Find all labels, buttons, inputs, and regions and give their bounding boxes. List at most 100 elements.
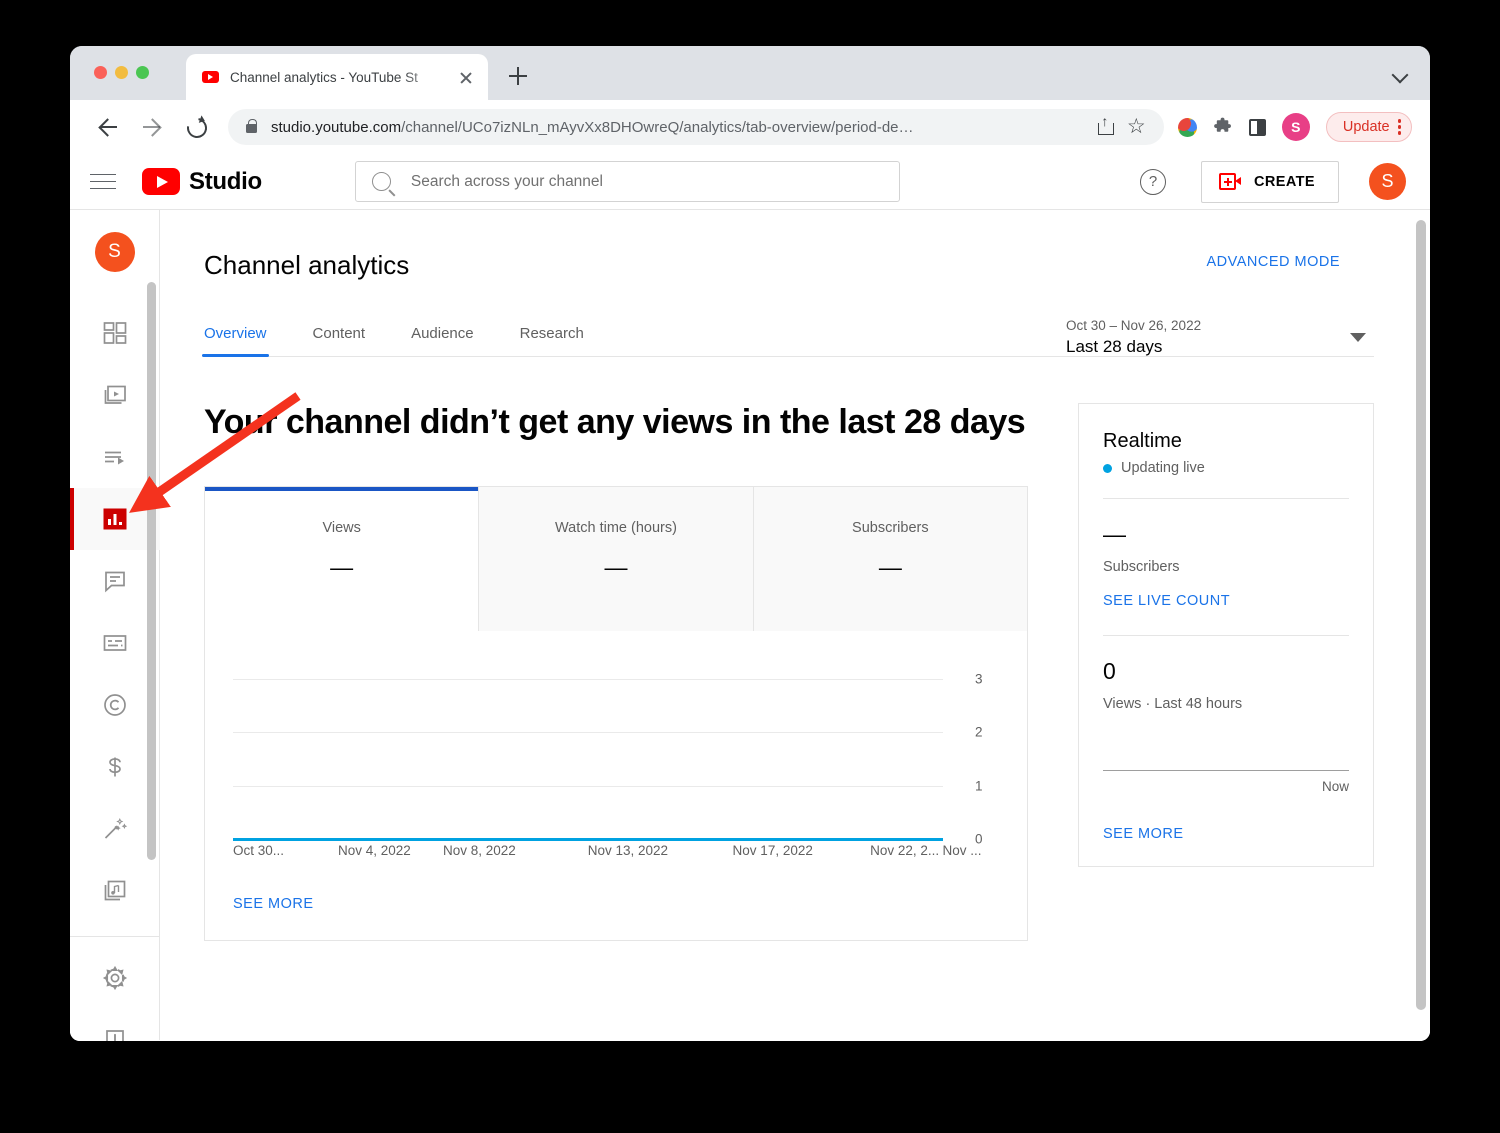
chevron-down-icon[interactable] bbox=[1394, 68, 1408, 82]
browser-profile-avatar[interactable]: S bbox=[1281, 113, 1310, 141]
browser-menu-icon[interactable] bbox=[1397, 119, 1401, 135]
minimize-window-button[interactable] bbox=[115, 66, 128, 79]
back-button[interactable] bbox=[92, 111, 124, 143]
studio-masthead: Studio Search across your channel ? CREA… bbox=[70, 154, 1430, 210]
divider bbox=[1103, 635, 1349, 636]
studio-logo[interactable]: Studio bbox=[142, 168, 262, 196]
no-views-headline: Your channel didn’t get any views in the… bbox=[204, 403, 1026, 441]
sidebar-item-audio-library[interactable] bbox=[70, 860, 160, 922]
tab-research[interactable]: Research bbox=[520, 325, 584, 356]
music-note-icon bbox=[102, 878, 128, 904]
copyright-icon bbox=[102, 692, 128, 718]
tab-content[interactable]: Content bbox=[313, 325, 366, 356]
sidebar-channel-avatar[interactable]: S bbox=[94, 232, 135, 272]
realtime-live-status: Updating live bbox=[1103, 460, 1349, 476]
chart-y-tick-label: 2 bbox=[975, 724, 983, 740]
close-tab-icon[interactable] bbox=[454, 65, 478, 89]
analytics-bar-chart-icon bbox=[102, 506, 128, 532]
share-icon[interactable] bbox=[1090, 112, 1120, 142]
sidebar-item-send-feedback[interactable] bbox=[70, 1009, 160, 1041]
page-body: S Channel analytics ADVANCED MODE Oct 30… bbox=[70, 210, 1430, 1041]
browser-window: Channel analytics - YouTube St studio.yo… bbox=[70, 46, 1430, 1041]
search-input[interactable]: Search across your channel bbox=[354, 161, 900, 202]
sidebar-divider bbox=[70, 936, 159, 937]
browser-tab[interactable]: Channel analytics - YouTube St bbox=[186, 54, 488, 100]
chart-series-line bbox=[233, 837, 943, 841]
sidebar: S bbox=[70, 210, 160, 1041]
chart-plot-area: 0123 bbox=[233, 672, 983, 847]
chart-y-tick-label: 1 bbox=[975, 778, 983, 794]
help-icon[interactable]: ? bbox=[1140, 168, 1167, 195]
side-panel-icon[interactable] bbox=[1248, 118, 1266, 136]
chart-x-tick-label: Nov 22, 2... bbox=[870, 843, 940, 858]
advanced-mode-link[interactable]: ADVANCED MODE bbox=[1206, 254, 1340, 270]
lock-icon bbox=[246, 119, 257, 133]
create-button[interactable]: CREATE bbox=[1201, 160, 1339, 203]
metric-card: Views — Watch time (hours) — Subscribers… bbox=[204, 486, 1028, 941]
url-text: studio.youtube.com/channel/UCo7izNLn_mAy… bbox=[271, 119, 1084, 136]
url-host: studio.youtube.com bbox=[271, 118, 402, 136]
dollar-earn-icon bbox=[102, 754, 128, 780]
masthead-actions: ? CREATE S bbox=[1140, 160, 1406, 203]
views-line-chart[interactable]: 0123 Oct 30... Nov 4, 2022 Nov 8, 2022 Nov … bbox=[205, 631, 1027, 896]
metric-tab-views[interactable]: Views — bbox=[205, 487, 479, 631]
reload-button[interactable] bbox=[180, 111, 212, 143]
chart-gridline bbox=[233, 785, 943, 787]
youtube-play-icon bbox=[142, 168, 180, 195]
main-content: Channel analytics ADVANCED MODE Oct 30 –… bbox=[160, 210, 1430, 1040]
magic-wand-icon bbox=[102, 816, 128, 842]
forward-button[interactable] bbox=[136, 111, 168, 143]
puzzle-extensions-icon[interactable] bbox=[1213, 117, 1233, 137]
window-traffic-lights[interactable] bbox=[94, 66, 149, 79]
realtime-card: Realtime Updating live — Subscribers SEE… bbox=[1078, 403, 1374, 867]
page-title: Channel analytics bbox=[204, 250, 410, 280]
address-bar[interactable]: studio.youtube.com/channel/UCo7izNLn_mAy… bbox=[228, 109, 1164, 145]
youtube-studio-page: Studio Search across your channel ? CREA… bbox=[70, 154, 1430, 1041]
comments-icon bbox=[102, 568, 128, 594]
studio-logo-text: Studio bbox=[189, 167, 262, 195]
chart-gridline bbox=[233, 732, 943, 734]
youtube-favicon-icon bbox=[202, 71, 219, 83]
realtime-views-value: 0 bbox=[1103, 658, 1116, 684]
new-tab-button[interactable] bbox=[502, 60, 534, 92]
chart-see-more-link[interactable]: SEE MORE bbox=[205, 896, 1027, 940]
chart-x-tick-label: Oct 30... bbox=[233, 843, 285, 858]
tab-strip: Channel analytics - YouTube St bbox=[70, 46, 1430, 100]
metric-value: — bbox=[330, 554, 354, 580]
tab-overview[interactable]: Overview bbox=[202, 325, 269, 357]
metric-tab-watch-time[interactable]: Watch time (hours) — bbox=[478, 487, 753, 631]
chart-gridline bbox=[233, 679, 943, 680]
metric-label: Subscribers bbox=[852, 520, 929, 536]
realtime-see-more-link[interactable]: SEE MORE bbox=[1103, 826, 1349, 842]
chart-x-tick-label: Nov 8, 2022 bbox=[442, 843, 516, 858]
live-status-text: Updating live bbox=[1121, 460, 1205, 476]
browser-toolbar: studio.youtube.com/channel/UCo7izNLn_mAy… bbox=[70, 100, 1430, 154]
bookmark-star-icon[interactable]: ☆ bbox=[1122, 112, 1152, 142]
search-icon bbox=[371, 172, 391, 191]
update-button[interactable]: Update bbox=[1325, 112, 1412, 142]
update-label: Update bbox=[1342, 119, 1390, 135]
see-live-count-link[interactable]: SEE LIVE COUNT bbox=[1103, 593, 1349, 609]
realtime-views-label: Views · Last 48 hours bbox=[1103, 696, 1243, 712]
analytics-header: Channel analytics ADVANCED MODE Oct 30 –… bbox=[160, 210, 1430, 357]
sidebar-item-settings[interactable] bbox=[70, 947, 160, 1009]
analytics-tabs: Overview Content Audience Research bbox=[202, 325, 1374, 357]
metric-tab-subscribers[interactable]: Subscribers — bbox=[752, 487, 1027, 631]
realtime-subscribers-label: Subscribers bbox=[1103, 559, 1180, 575]
tab-audience[interactable]: Audience bbox=[411, 325, 474, 356]
sidebar-scrollbar[interactable] bbox=[147, 282, 156, 860]
main-scrollbar[interactable] bbox=[1416, 220, 1426, 1010]
close-window-button[interactable] bbox=[94, 66, 107, 79]
metric-value: — bbox=[604, 554, 628, 580]
colorful-extension-icon[interactable] bbox=[1177, 117, 1197, 137]
chart-x-tick-label: Nov 17, 2022 bbox=[732, 843, 813, 858]
maximize-window-button[interactable] bbox=[136, 66, 149, 79]
realtime-title: Realtime bbox=[1103, 430, 1182, 452]
account-avatar[interactable]: S bbox=[1369, 163, 1406, 200]
chart-x-tick-label: Nov 4, 2022 bbox=[337, 843, 411, 858]
hamburger-menu-icon[interactable] bbox=[90, 173, 116, 191]
search-placeholder: Search across your channel bbox=[410, 172, 603, 190]
feedback-exclamation-icon bbox=[102, 1027, 128, 1041]
live-dot-icon bbox=[1103, 463, 1112, 473]
chart-x-tick-label: Nov ... bbox=[942, 843, 982, 858]
